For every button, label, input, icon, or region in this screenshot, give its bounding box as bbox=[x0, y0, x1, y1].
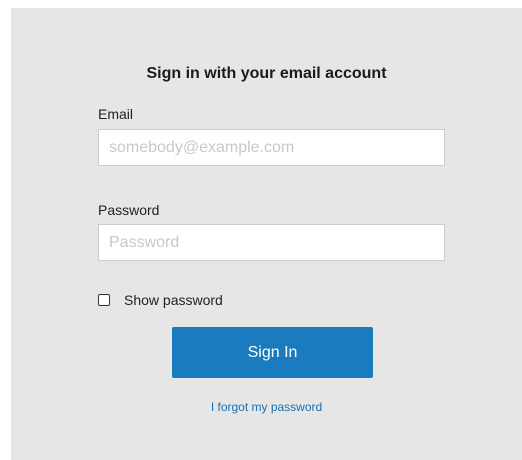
sign-in-panel: Sign in with your email account Email Pa… bbox=[11, 8, 522, 460]
password-label: Password bbox=[98, 202, 160, 218]
form-title: Sign in with your email account bbox=[146, 65, 387, 82]
email-label: Email bbox=[98, 106, 134, 122]
forgot-password-link[interactable]: I forgot my password bbox=[11, 400, 522, 414]
show-password-toggle[interactable]: Show password bbox=[98, 291, 223, 309]
email-input[interactable] bbox=[98, 129, 445, 166]
show-password-checkbox[interactable] bbox=[98, 294, 110, 306]
show-password-label: Show password bbox=[124, 292, 223, 308]
password-input[interactable] bbox=[98, 224, 445, 261]
sign-in-button[interactable]: Sign In bbox=[172, 327, 373, 378]
